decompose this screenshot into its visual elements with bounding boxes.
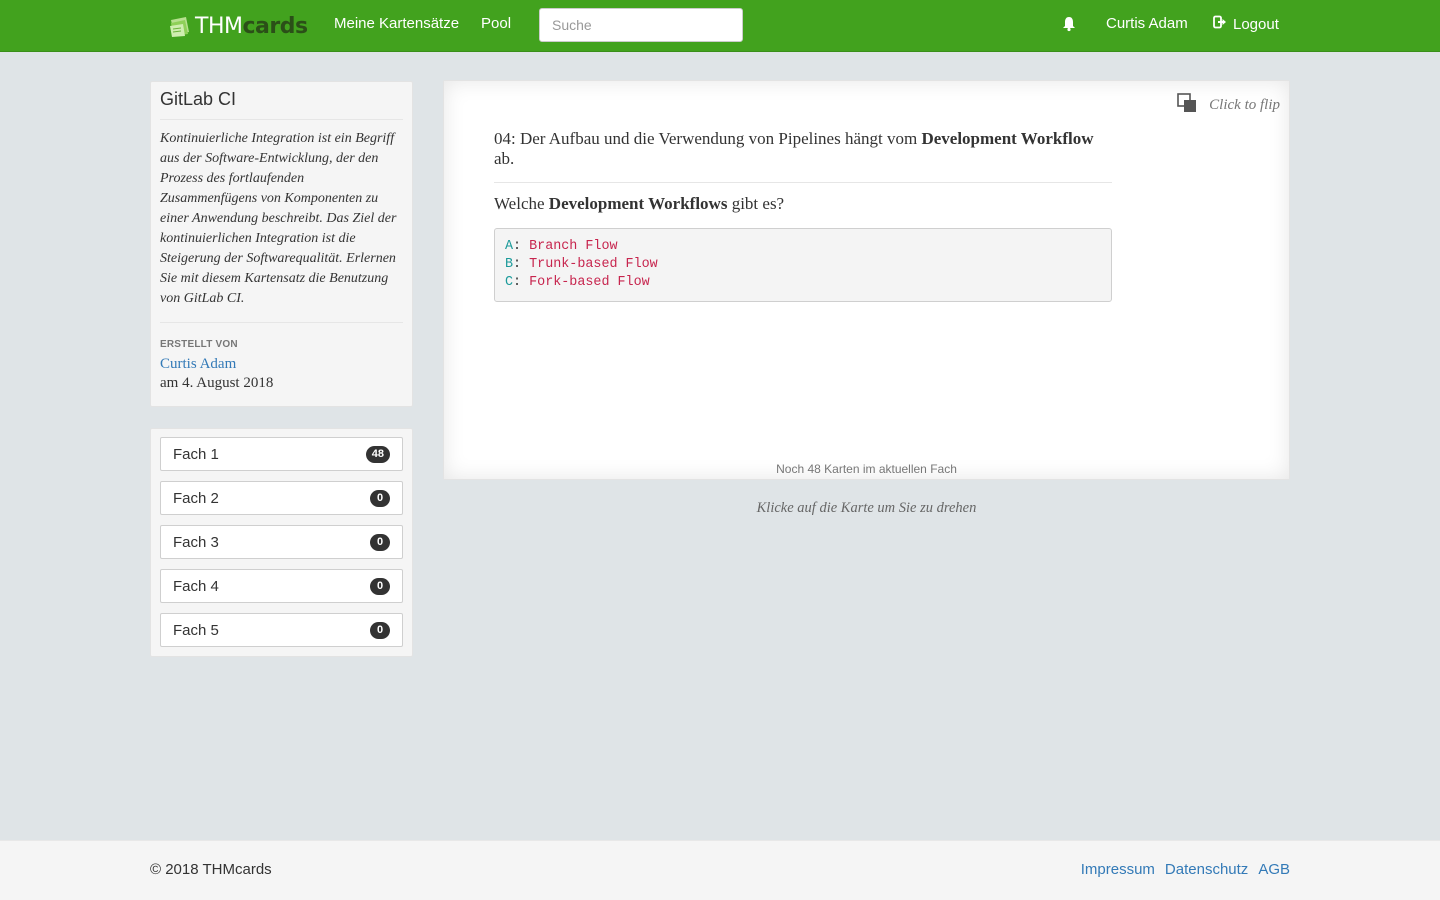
box-item-fach-4[interactable]: Fach 4 0: [160, 569, 403, 603]
question-bold-text: Development Workflow: [921, 129, 1094, 148]
box-label: Fach 1: [173, 446, 219, 463]
flip-button[interactable]: Click to flip: [1177, 93, 1280, 118]
logout-icon: [1213, 15, 1233, 33]
code-line: C: Fork-based Flow: [505, 274, 1101, 292]
code-value: Trunk-based Flow: [529, 257, 658, 272]
flip-label: Click to flip: [1209, 97, 1280, 113]
cardset-info-panel: GitLab CI Kontinuierliche Integration is…: [150, 81, 413, 407]
code-sep: :: [513, 275, 530, 290]
code-key: A: [505, 239, 514, 254]
subquestion-text: Welche: [494, 194, 549, 213]
footer-links: Impressum Datenschutz AGB: [1081, 861, 1290, 878]
box-count-badge: 0: [370, 622, 390, 639]
logout-label: Logout: [1233, 15, 1279, 33]
box-label: Fach 4: [173, 578, 219, 595]
box-count-badge: 48: [365, 446, 390, 463]
logout-button[interactable]: Logout: [1213, 15, 1279, 33]
created-by-label: Erstellt von: [160, 339, 238, 350]
search-input[interactable]: [539, 8, 743, 42]
flip-icon: [1177, 93, 1197, 118]
code-block: A: Branch Flow B: Trunk-based Flow C: Fo…: [494, 228, 1112, 302]
box-label: Fach 5: [173, 622, 219, 639]
code-sep: :: [513, 257, 530, 272]
cardset-title: GitLab CI: [160, 82, 403, 120]
box-label: Fach 2: [173, 490, 219, 507]
card-subquestion: Welche Development Workflows gibt es?: [494, 194, 1112, 214]
created-date: am 4. August 2018: [160, 375, 274, 391]
code-value: Branch Flow: [529, 239, 618, 254]
subquestion-bold-text: Development Workflows: [548, 194, 728, 213]
flashcard[interactable]: Click to flip 04: Der Aufbau und die Ver…: [443, 80, 1290, 480]
footer-link-impressum[interactable]: Impressum: [1081, 861, 1155, 878]
code-line: A: Branch Flow: [505, 238, 1101, 256]
nav-my-cardsets[interactable]: Meine Kartensätze: [334, 15, 459, 32]
box-item-fach-3[interactable]: Fach 3 0: [160, 525, 403, 559]
author-link[interactable]: Curtis Adam: [160, 356, 403, 373]
code-line: B: Trunk-based Flow: [505, 256, 1101, 274]
page-footer: © 2018 THMcards Impressum Datenschutz AG…: [0, 840, 1440, 900]
code-sep: :: [513, 239, 530, 254]
card-question: 04: Der Aufbau und die Verwendung von Pi…: [494, 129, 1112, 183]
flip-instruction-text: Klicke auf die Karte um Sie zu drehen: [756, 500, 977, 516]
user-menu-link[interactable]: Curtis Adam: [1106, 15, 1188, 32]
cardset-description: Kontinuierliche Integration ist ein Begr…: [160, 120, 403, 323]
box-count-badge: 0: [370, 534, 390, 551]
learning-boxes-panel: Fach 1 48 Fach 2 0 Fach 3 0 Fach 4 0 Fac…: [150, 428, 413, 657]
footer-link-agb[interactable]: AGB: [1258, 861, 1290, 878]
top-navbar: THMcards Meine Kartensätze Pool Curtis A…: [0, 0, 1440, 52]
brand-cards-text: cards: [242, 13, 308, 39]
box-item-fach-5[interactable]: Fach 5 0: [160, 613, 403, 647]
box-item-fach-1[interactable]: Fach 1 48: [160, 437, 403, 471]
subquestion-suffix-text: gibt es?: [727, 194, 785, 213]
box-item-fach-2[interactable]: Fach 2 0: [160, 481, 403, 515]
question-suffix-text: ab.: [494, 149, 515, 168]
card-front-content: 04: Der Aufbau und die Verwendung von Pi…: [494, 129, 1112, 302]
question-text: 04: Der Aufbau und die Verwendung von Pi…: [494, 129, 922, 148]
cards-remaining-text: Noch 48 Karten im aktuellen Fach: [776, 462, 957, 476]
code-key: B: [505, 257, 514, 272]
code-value: Fork-based Flow: [529, 275, 650, 290]
copyright-text: © 2018 THMcards: [150, 861, 272, 878]
thmcards-logo-icon: [168, 14, 192, 38]
footer-link-datenschutz[interactable]: Datenschutz: [1165, 861, 1248, 878]
box-label: Fach 3: [173, 534, 219, 551]
brand-thm-text: THM: [195, 13, 243, 39]
box-count-badge: 0: [370, 490, 390, 507]
box-count-badge: 0: [370, 578, 390, 595]
code-key: C: [505, 275, 514, 290]
brand-logo-link[interactable]: THM cards: [168, 11, 308, 41]
nav-pool[interactable]: Pool: [481, 15, 511, 32]
bell-icon[interactable]: [1062, 16, 1076, 32]
